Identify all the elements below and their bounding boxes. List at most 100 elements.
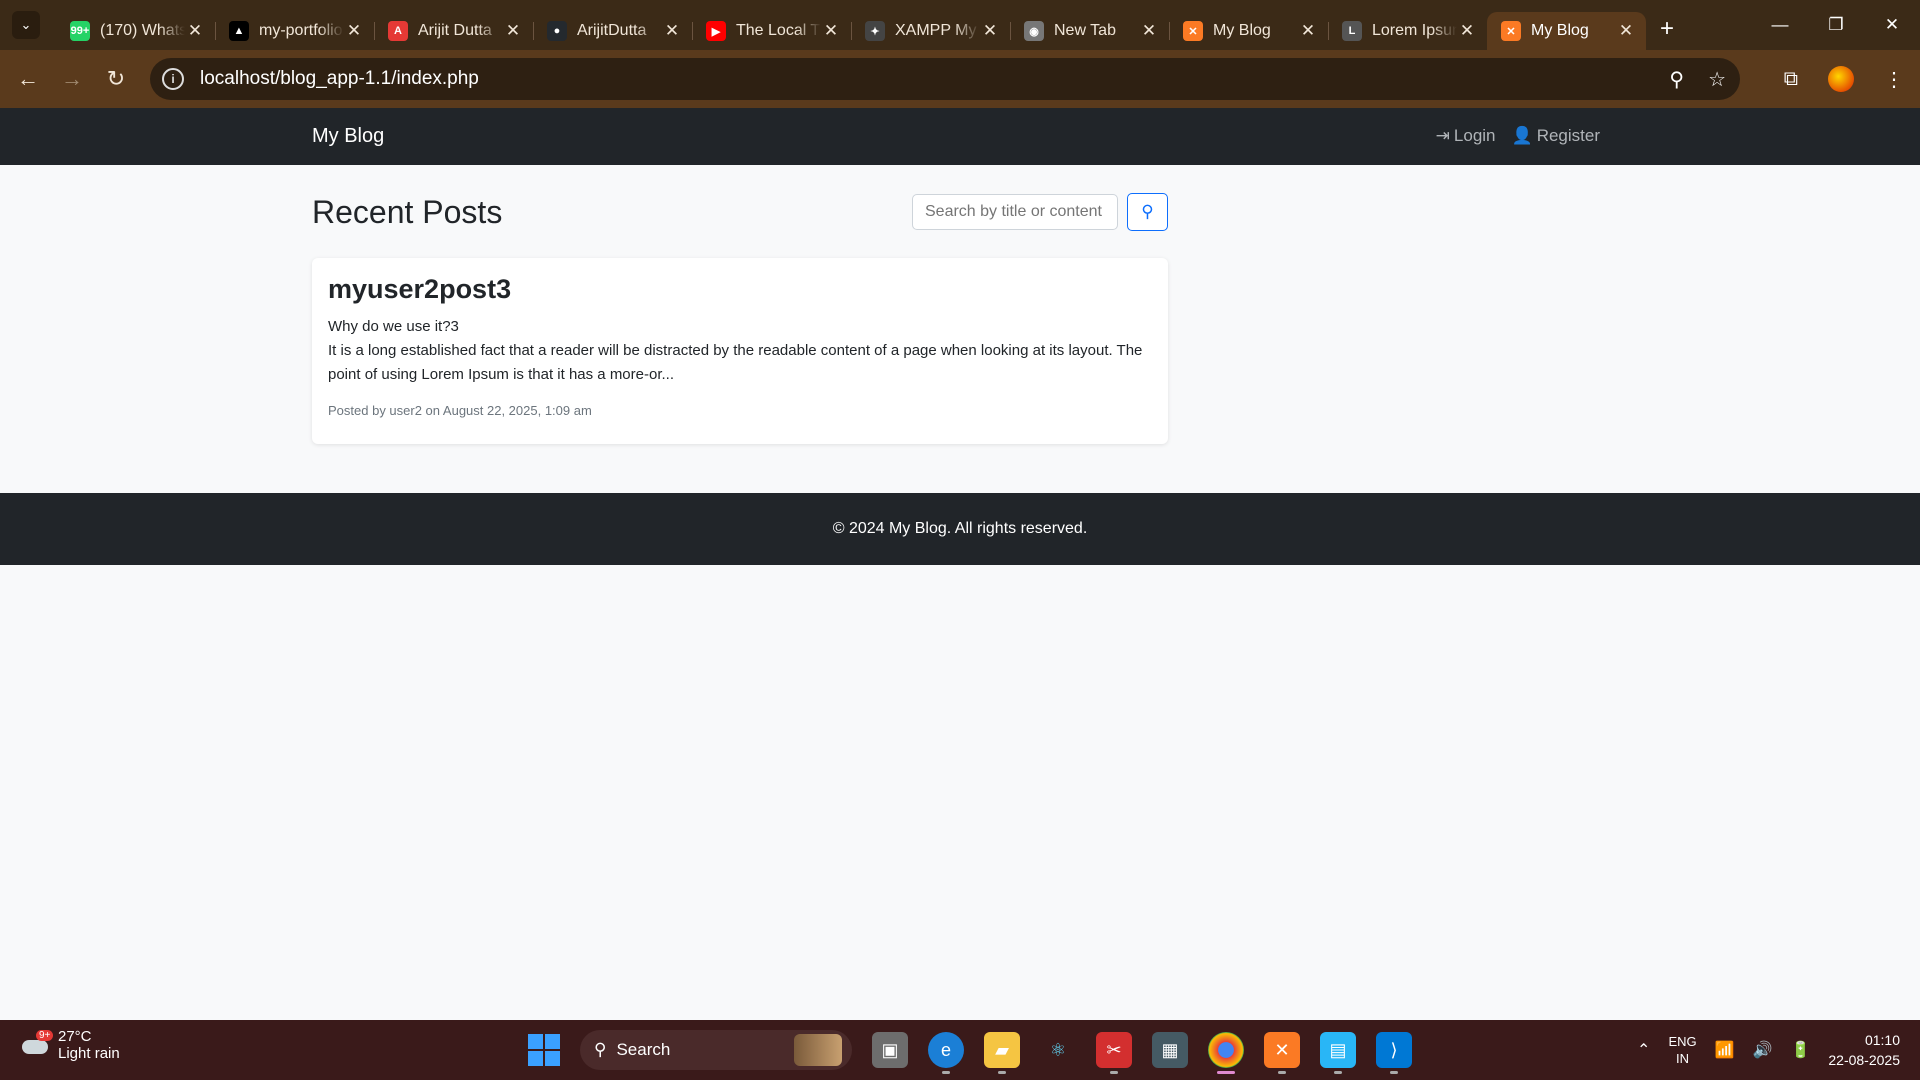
close-window-button[interactable]: ✕: [1864, 0, 1920, 50]
back-icon[interactable]: ←: [6, 66, 50, 92]
browser-toolbar: ← → ↻ i localhost/blog_app-1.1/index.php…: [0, 50, 1920, 108]
restore-button[interactable]: ❐: [1808, 0, 1864, 50]
tab-title: My Blog: [1531, 22, 1589, 39]
page-title: Recent Posts: [312, 194, 503, 230]
tab-title: Lorem Ipsum: [1372, 22, 1457, 39]
snipping-tool-icon[interactable]: ✂: [1096, 1032, 1132, 1068]
browser-tab[interactable]: ✦ XAMPP My ✕: [851, 12, 1011, 50]
close-tab-icon[interactable]: ✕: [503, 21, 523, 41]
post-card: myuser2post3 Why do we use it?3 It is a …: [312, 258, 1168, 444]
language-code: ENG: [1668, 1034, 1697, 1049]
browser-tab-strip: ⌄ 99+(170) WhatsApp✕▲my-portfolio✕AAriji…: [0, 0, 1920, 50]
weather-desc: Light rain: [58, 1045, 120, 1062]
react-icon[interactable]: ⚛: [1040, 1032, 1076, 1068]
volume-icon[interactable]: 🔊: [1753, 1040, 1773, 1060]
vercel-icon: ▲: [229, 21, 249, 41]
site-info-icon[interactable]: i: [162, 68, 184, 90]
notepad-icon[interactable]: ▤: [1320, 1032, 1356, 1068]
browser-tab[interactable]: ◉ New Tab ✕: [1010, 12, 1170, 50]
tab-title: (170) WhatsApp: [100, 22, 185, 39]
chrome-icon: ◉: [1024, 21, 1044, 41]
address-bar[interactable]: i localhost/blog_app-1.1/index.php ⚲ ☆: [150, 58, 1740, 100]
youtube-icon: ▶: [706, 21, 726, 41]
login-icon: ⇥: [1435, 126, 1450, 145]
browser-tab[interactable]: ✕ My Blog ✕: [1169, 12, 1329, 50]
xampp-icon[interactable]: ✕: [1264, 1032, 1300, 1068]
taskbar-apps: ⚲ Search ▣ e ▰ ⚛ ✂ ▦ ✕ ▤ ⟩: [528, 1028, 1412, 1072]
file-explorer-icon[interactable]: ▰: [984, 1032, 1020, 1068]
chevron-up-icon[interactable]: ⌃: [1637, 1040, 1650, 1060]
profile-avatar[interactable]: [1828, 66, 1854, 92]
site-navbar: My Blog ⇥ Login 👤 Register: [0, 108, 1920, 165]
close-tab-icon[interactable]: ✕: [821, 21, 841, 41]
site-footer: © 2024 My Blog. All rights reserved.: [0, 493, 1920, 565]
browser-tab[interactable]: L Lorem Ipsum ✕: [1328, 12, 1488, 50]
close-tab-icon[interactable]: ✕: [185, 21, 205, 41]
browser-tab[interactable]: ▲ my-portfolio ✕: [215, 12, 375, 50]
search-button[interactable]: ⚲: [1127, 193, 1168, 231]
browser-tab[interactable]: A Arijit Dutta ✕: [374, 12, 534, 50]
close-tab-icon[interactable]: ✕: [344, 21, 364, 41]
new-tab-button[interactable]: +: [1660, 15, 1674, 43]
post-subtitle: Why do we use it?3: [328, 318, 459, 335]
vscode-icon[interactable]: ⟩: [1376, 1032, 1412, 1068]
battery-icon[interactable]: 🔋: [1790, 1040, 1810, 1060]
tab-title: ArijitDutta: [577, 22, 647, 39]
windows-start-icon[interactable]: [528, 1034, 560, 1066]
tab-title: XAMPP My: [895, 22, 977, 39]
weather-temp: 27°C: [58, 1028, 92, 1045]
browser-tab[interactable]: ✕ My Blog ✕: [1487, 12, 1646, 50]
clock[interactable]: 01:10 22-08-2025: [1828, 1030, 1900, 1070]
user-plus-icon: 👤: [1511, 126, 1533, 145]
register-label: Register: [1536, 126, 1600, 145]
taskbar-search[interactable]: ⚲ Search: [580, 1030, 852, 1070]
browser-tab[interactable]: ▶ The Local Times✕: [692, 12, 852, 50]
tab-title: My Blog: [1213, 22, 1271, 39]
region-code: IN: [1676, 1051, 1690, 1066]
forward-icon[interactable]: →: [50, 66, 94, 92]
extensions-icon[interactable]: ⧉: [1784, 68, 1798, 91]
whatsapp-icon: 99+: [70, 21, 90, 41]
tab-title: New Tab: [1054, 22, 1116, 39]
tab-list: 99+(170) WhatsApp✕▲my-portfolio✕AArijit …: [56, 0, 1646, 50]
tab-title: Arijit Dutta: [418, 22, 492, 39]
post-title[interactable]: myuser2post3: [328, 274, 1152, 305]
close-tab-icon[interactable]: ✕: [1616, 21, 1636, 41]
close-tab-icon[interactable]: ✕: [980, 21, 1000, 41]
close-tab-icon[interactable]: ✕: [1457, 21, 1477, 41]
nav-links: ⇥ Login 👤 Register: [1436, 126, 1600, 146]
close-tab-icon[interactable]: ✕: [1298, 21, 1318, 41]
time: 01:10: [1864, 1032, 1900, 1048]
login-link[interactable]: ⇥ Login: [1436, 126, 1496, 146]
post-excerpt: It is a long established fact that a rea…: [328, 342, 1143, 383]
chrome-icon[interactable]: [1208, 1032, 1244, 1068]
close-tab-icon[interactable]: ✕: [1139, 21, 1159, 41]
weather-widget[interactable]: 9+ 27°C Light rain: [20, 1028, 120, 1062]
site-brand[interactable]: My Blog: [312, 125, 384, 148]
windows-taskbar: 9+ 27°C Light rain ⚲ Search ▣ e ▰ ⚛ ✂ ▦ …: [0, 1020, 1920, 1080]
browser-tab[interactable]: 99+ (170) WhatsApp✕: [56, 12, 216, 50]
zoom-icon[interactable]: ⚲: [1669, 67, 1684, 92]
calculator-icon[interactable]: ▦: [1152, 1032, 1188, 1068]
weather-cloud-icon: 9+: [20, 1030, 54, 1060]
browser-tab[interactable]: ● ArijitDutta ✕: [533, 12, 693, 50]
minimize-button[interactable]: —: [1752, 0, 1808, 50]
openai-icon: ✦: [865, 21, 885, 41]
register-link[interactable]: 👤 Register: [1512, 126, 1600, 146]
url-text[interactable]: localhost/blog_app-1.1/index.php: [200, 68, 479, 90]
close-tab-icon[interactable]: ✕: [662, 21, 682, 41]
search-icon: ⚲: [594, 1040, 607, 1059]
task-view-icon[interactable]: ▣: [872, 1032, 908, 1068]
weather-badge: 9+: [36, 1030, 54, 1041]
edge-icon[interactable]: e: [928, 1032, 964, 1068]
reload-icon[interactable]: ↻: [94, 66, 138, 92]
bookmark-star-icon[interactable]: ☆: [1708, 67, 1726, 92]
wifi-icon[interactable]: 📶: [1715, 1040, 1735, 1060]
search-icon: ⚲: [1141, 202, 1154, 221]
search-input[interactable]: [912, 194, 1118, 230]
menu-icon[interactable]: ⋮: [1884, 67, 1904, 92]
post-meta: Posted by user2 on August 22, 2025, 1:09…: [328, 403, 592, 418]
tab-search-button[interactable]: ⌄: [12, 11, 40, 39]
language-indicator[interactable]: ENG IN: [1668, 1033, 1696, 1067]
arijit-icon: A: [388, 21, 408, 41]
